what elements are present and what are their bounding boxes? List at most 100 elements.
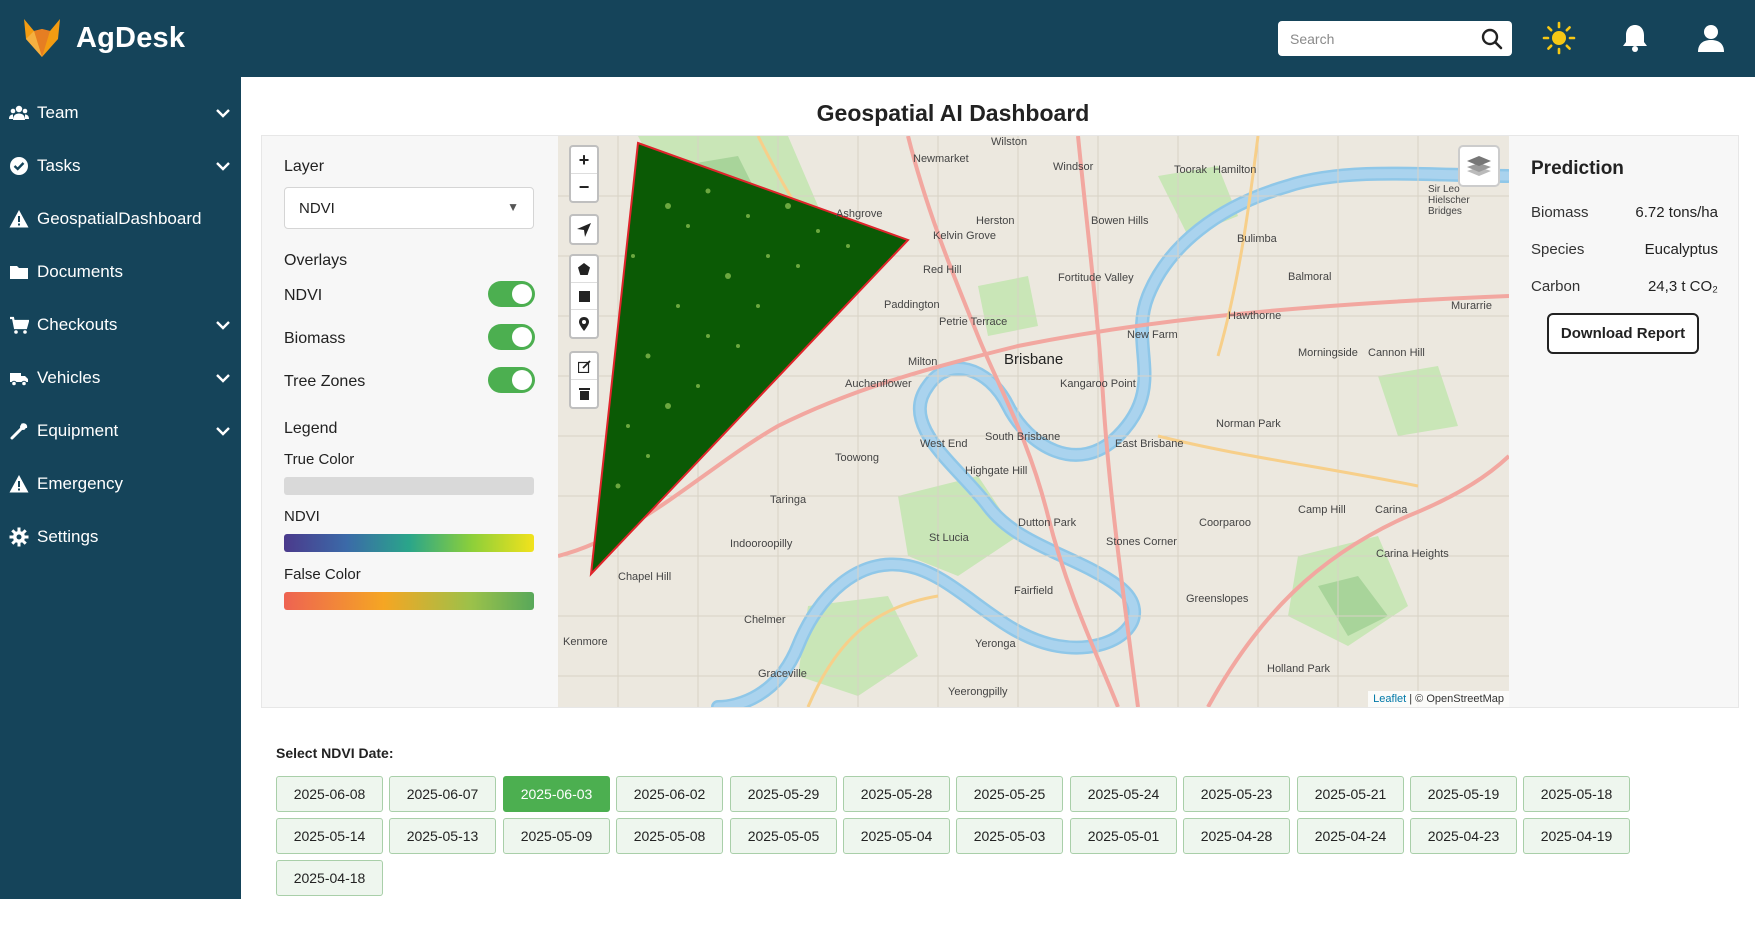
sidebar-item-documents[interactable]: Documents (0, 250, 241, 294)
date-button[interactable]: 2025-04-19 (1523, 818, 1630, 854)
sidebar-item-label: Documents (37, 262, 123, 281)
sidebar-item-team[interactable]: Team (0, 91, 241, 135)
date-button[interactable]: 2025-04-18 (276, 860, 383, 896)
search-icon[interactable] (1480, 27, 1504, 51)
date-button[interactable]: 2025-05-14 (276, 818, 383, 854)
date-button[interactable]: 2025-04-24 (1297, 818, 1404, 854)
date-button[interactable]: 2025-05-01 (1070, 818, 1177, 854)
sidebar-item-checkouts[interactable]: Checkouts (0, 303, 241, 347)
date-button[interactable]: 2025-04-28 (1183, 818, 1290, 854)
sun-icon[interactable] (1541, 20, 1577, 56)
overlay-ndvi-toggle[interactable] (488, 281, 535, 307)
download-report-button[interactable]: Download Report (1547, 313, 1699, 354)
prediction-row-species: Species Eucalyptus (1531, 241, 1718, 261)
date-button[interactable]: 2025-05-29 (730, 776, 837, 812)
date-button[interactable]: 2025-06-03 (503, 776, 610, 812)
map-label: Norman Park (1216, 418, 1281, 430)
sidebar-item-emergency[interactable]: Emergency (0, 462, 241, 506)
search-box (1278, 21, 1512, 56)
map-label: Herston (976, 215, 1015, 227)
map-label: Carina (1375, 504, 1408, 516)
locate-icon[interactable] (571, 216, 597, 243)
map-label: South Brisbane (985, 431, 1061, 443)
date-button[interactable]: 2025-04-23 (1410, 818, 1517, 854)
overlay-tree-zones-label: Tree Zones (284, 373, 366, 390)
toggle-knob (512, 284, 532, 304)
overlay-tree-zones-toggle[interactable] (488, 367, 535, 393)
map-label: Bowen Hills (1091, 215, 1149, 227)
map-label: Wilston (991, 136, 1028, 148)
draw-polygon-icon[interactable] (571, 256, 597, 283)
map-label: Petrie Terrace (939, 316, 1008, 328)
date-button[interactable]: 2025-05-04 (843, 818, 950, 854)
zoom-out-button[interactable]: − (571, 174, 597, 201)
map-label: Balmoral (1288, 271, 1332, 283)
user-icon[interactable] (1693, 20, 1729, 56)
folder-icon (10, 266, 28, 279)
layer-select-value: NDVI (299, 200, 335, 217)
overlay-biomass-label: Biomass (284, 330, 346, 347)
overlays-label: Overlays (284, 252, 348, 269)
layers-icon[interactable] (1458, 145, 1500, 187)
map-label: Kangaroo Point (1060, 378, 1136, 390)
date-button[interactable]: 2025-05-19 (1410, 776, 1517, 812)
prediction-value: Eucalyptus (1644, 241, 1718, 258)
date-button[interactable]: 2025-06-07 (389, 776, 496, 812)
sidebar-item-vehicles[interactable]: Vehicles (0, 356, 241, 400)
map-label: Murarrie (1451, 300, 1492, 312)
map-label: Hamilton (1213, 164, 1257, 176)
map-view[interactable]: Wilston Windsor Newmarket Toorak Hamilto… (558, 136, 1509, 707)
date-button[interactable]: 2025-05-05 (730, 818, 837, 854)
date-button[interactable]: 2025-05-13 (389, 818, 496, 854)
bell-icon[interactable] (1617, 20, 1653, 56)
date-button[interactable]: 2025-06-08 (276, 776, 383, 812)
map-label: Cannon Hill (1368, 347, 1425, 359)
sidebar-item-label: Team (37, 103, 79, 122)
date-button[interactable]: 2025-06-02 (616, 776, 723, 812)
prediction-value: 24,3 t CO₂ (1647, 278, 1718, 295)
map-label: Holland Park (1267, 663, 1330, 675)
sidebar-item-label: GeospatialDashboard (37, 209, 202, 228)
legend-ndvi-bar (284, 534, 534, 552)
layer-label: Layer (284, 158, 325, 175)
sidebar-item-geospatial-dashboard[interactable]: GeospatialDashboard (0, 197, 241, 241)
sidebar-item-equipment[interactable]: Equipment (0, 409, 241, 453)
date-button[interactable]: 2025-05-23 (1183, 776, 1290, 812)
date-button[interactable]: 2025-05-18 (1523, 776, 1630, 812)
toggle-knob (512, 327, 532, 347)
sidebar-item-label: Equipment (37, 421, 119, 440)
date-button[interactable]: 2025-05-24 (1070, 776, 1177, 812)
prediction-key: Carbon (1531, 278, 1581, 295)
date-button[interactable]: 2025-05-21 (1297, 776, 1404, 812)
chevron-down-icon (216, 109, 230, 118)
check-circle-icon (10, 157, 28, 175)
date-button[interactable]: 2025-05-09 (503, 818, 610, 854)
map-label: Coorparoo (1199, 517, 1251, 529)
search-input[interactable] (1278, 21, 1468, 56)
legend-true-color-bar (284, 477, 534, 495)
edit-layers-icon[interactable] (571, 353, 597, 380)
layer-select[interactable]: NDVI ▼ (284, 187, 534, 229)
date-button[interactable]: 2025-05-28 (843, 776, 950, 812)
date-button[interactable]: 2025-05-08 (616, 818, 723, 854)
date-button[interactable]: 2025-05-03 (956, 818, 1063, 854)
chevron-down-icon (216, 374, 230, 383)
truck-icon (10, 373, 28, 387)
chevron-down-icon (216, 321, 230, 330)
date-button[interactable]: 2025-05-25 (956, 776, 1063, 812)
draw-marker-icon[interactable] (571, 310, 597, 337)
brand[interactable]: AgDesk (22, 16, 185, 60)
draw-rectangle-icon[interactable] (571, 283, 597, 310)
page-title: Geospatial AI Dashboard (816, 100, 1090, 126)
toggle-knob (512, 370, 532, 390)
prediction-row-carbon: Carbon 24,3 t CO₂ (1531, 278, 1718, 298)
leaflet-link[interactable]: Leaflet (1373, 693, 1406, 705)
zoom-in-button[interactable]: + (571, 147, 597, 174)
legend-false-color-label: False Color (284, 566, 361, 583)
delete-layers-icon[interactable] (571, 380, 597, 407)
chevron-down-icon (216, 427, 230, 436)
sidebar-item-tasks[interactable]: Tasks (0, 144, 241, 188)
map-label: Brisbane (1004, 351, 1064, 368)
sidebar-item-settings[interactable]: Settings (0, 515, 241, 559)
overlay-biomass-toggle[interactable] (488, 324, 535, 350)
